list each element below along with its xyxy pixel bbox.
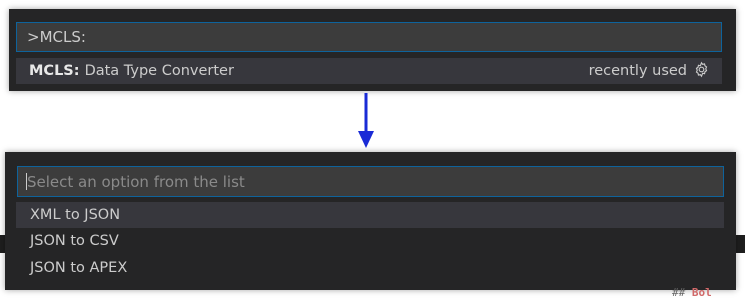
command-result-prefix: MCLS: — [29, 63, 80, 79]
quick-pick-panel: Select an option from the list XML to JS… — [5, 152, 736, 290]
command-result-label: Data Type Converter — [84, 63, 234, 79]
option-label: JSON to APEX — [30, 260, 128, 276]
command-result-meta-group: recently used — [589, 58, 710, 84]
peek-hash: ## — [672, 286, 686, 298]
option-json-to-csv[interactable]: JSON to CSV — [16, 228, 724, 254]
recently-used-label: recently used — [588, 63, 687, 79]
editor-peek-text: ## Bol — [600, 286, 712, 298]
quick-pick-input[interactable]: Select an option from the list — [17, 166, 724, 197]
command-palette: >MCLS: MCLS: Data Type Converter recentl… — [9, 9, 736, 91]
command-palette-input[interactable]: >MCLS: — [16, 22, 722, 52]
option-json-to-apex[interactable]: JSON to APEX — [16, 255, 724, 281]
peek-red-text: Bol — [691, 286, 712, 298]
gear-icon[interactable] — [693, 61, 710, 82]
option-label: XML to JSON — [30, 207, 121, 223]
command-palette-input-value: >MCLS: — [27, 28, 86, 46]
option-label: JSON to CSV — [30, 233, 119, 249]
arrow-down-icon — [356, 93, 376, 153]
quick-pick-placeholder: Select an option from the list — [27, 172, 245, 191]
option-xml-to-json[interactable]: XML to JSON — [16, 202, 724, 228]
command-result-item[interactable]: MCLS: Data Type Converter recently used — [16, 58, 722, 84]
